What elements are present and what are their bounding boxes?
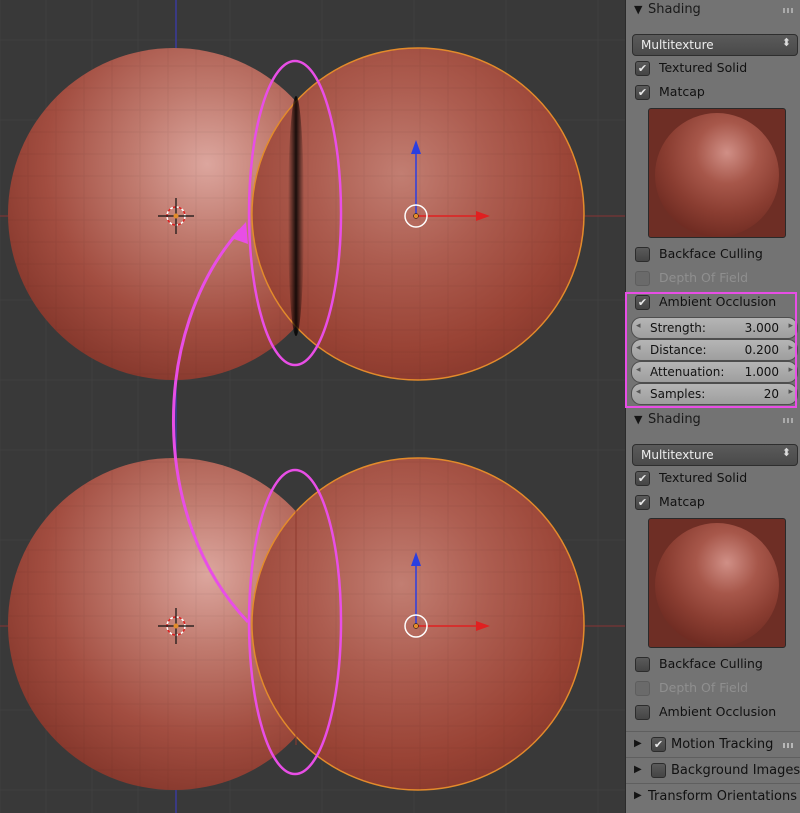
shading-title: Shading — [648, 412, 701, 427]
textured-solid-label: Textured Solid — [659, 60, 748, 75]
ao-distance-field[interactable]: ◂ Distance: 0.200 ▸ — [631, 339, 798, 361]
shading-header-bottom[interactable]: ▼ Shading — [626, 410, 800, 432]
dropdown-value: Multitexture — [641, 448, 714, 462]
field-value: 0.200 — [744, 343, 779, 357]
collapse-triangle-icon: ▶ — [634, 738, 642, 749]
field-label: Attenuation: — [650, 365, 725, 379]
matcap-preview[interactable] — [648, 108, 786, 238]
motion-tracking-panel[interactable]: ▶ ✔ Motion Tracking — [626, 734, 800, 758]
decrement-arrow-icon[interactable]: ◂ — [636, 321, 641, 331]
checkbox-box — [635, 271, 650, 286]
depth-of-field-label: Depth Of Field — [659, 270, 749, 285]
properties-panel: ▼ Shading Multitexture ⬍ ✔ Textured Soli… — [625, 0, 800, 813]
divider — [626, 783, 800, 784]
ao-attenuation-field[interactable]: ◂ Attenuation: 1.000 ▸ — [631, 361, 798, 383]
matcap-label: Matcap — [659, 494, 705, 509]
collapse-triangle-icon: ▶ — [634, 790, 642, 801]
dropdown-arrows-icon: ⬍ — [781, 36, 791, 49]
ambient-occlusion-label: Ambient Occlusion — [659, 704, 777, 719]
matcap-sphere — [655, 113, 779, 237]
matcap-sphere — [655, 523, 779, 647]
textured-solid-label: Textured Solid — [659, 470, 748, 485]
dropdown-value: Multitexture — [641, 38, 714, 52]
increment-arrow-icon[interactable]: ▸ — [788, 343, 793, 353]
checkmark-icon: ✔ — [635, 85, 650, 100]
checkbox-box[interactable] — [651, 763, 666, 778]
shading-mode-dropdown[interactable]: Multitexture ⬍ — [632, 444, 798, 466]
motion-tracking-label: Motion Tracking — [671, 737, 774, 752]
checkmark-icon: ✔ — [635, 61, 650, 76]
backface-culling-label: Backface Culling — [659, 246, 763, 261]
shading-header-top[interactable]: ▼ Shading — [626, 0, 800, 22]
field-label: Samples: — [650, 387, 706, 401]
ambient-occlusion-shadow — [288, 96, 304, 336]
checkbox-box — [635, 247, 650, 262]
3d-viewport[interactable] — [0, 0, 625, 813]
drag-grip-icon[interactable] — [783, 418, 795, 423]
increment-arrow-icon[interactable]: ▸ — [788, 321, 793, 331]
background-images-panel[interactable]: ▶ Background Images — [626, 760, 800, 784]
sphere-right-bottom[interactable] — [251, 457, 585, 791]
viewport-canvas — [0, 0, 625, 813]
ambient-occlusion-label: Ambient Occlusion — [659, 294, 777, 309]
depth-of-field-label: Depth Of Field — [659, 680, 749, 695]
checkmark-icon: ✔ — [635, 295, 650, 310]
ao-strength-field[interactable]: ◂ Strength: 3.000 ▸ — [631, 317, 798, 339]
checkmark-icon[interactable]: ✔ — [651, 737, 666, 752]
decrement-arrow-icon[interactable]: ◂ — [636, 387, 641, 397]
backface-culling-label: Backface Culling — [659, 656, 763, 671]
matcap-label: Matcap — [659, 84, 705, 99]
field-label: Distance: — [650, 343, 707, 357]
checkmark-icon: ✔ — [635, 495, 650, 510]
collapse-triangle-icon: ▶ — [634, 764, 642, 775]
background-images-label: Background Images — [671, 763, 800, 778]
drag-grip-icon[interactable] — [783, 8, 795, 13]
checkbox-box — [635, 657, 650, 672]
drag-grip-icon[interactable] — [783, 743, 795, 748]
checkbox-box — [635, 705, 650, 720]
field-value: 20 — [763, 387, 779, 401]
decrement-arrow-icon[interactable]: ◂ — [636, 343, 641, 353]
field-value: 1.000 — [744, 365, 779, 379]
shading-mode-dropdown[interactable]: Multitexture ⬍ — [632, 34, 798, 56]
shading-title: Shading — [648, 2, 701, 17]
divider — [626, 757, 800, 758]
matcap-preview[interactable] — [648, 518, 786, 648]
divider — [626, 731, 800, 732]
transform-orientations-label: Transform Orientations — [648, 789, 797, 804]
checkbox-box — [635, 681, 650, 696]
field-value: 3.000 — [744, 321, 779, 335]
checkmark-icon: ✔ — [635, 471, 650, 486]
expand-triangle-icon: ▼ — [634, 3, 643, 16]
increment-arrow-icon[interactable]: ▸ — [788, 365, 793, 375]
increment-arrow-icon[interactable]: ▸ — [788, 387, 793, 397]
decrement-arrow-icon[interactable]: ◂ — [636, 365, 641, 375]
field-label: Strength: — [650, 321, 706, 335]
expand-triangle-icon: ▼ — [634, 413, 643, 426]
ao-samples-field[interactable]: ◂ Samples: 20 ▸ — [631, 383, 798, 405]
transform-orientations-panel[interactable]: ▶ Transform Orientations — [626, 786, 800, 810]
dropdown-arrows-icon: ⬍ — [781, 446, 791, 459]
